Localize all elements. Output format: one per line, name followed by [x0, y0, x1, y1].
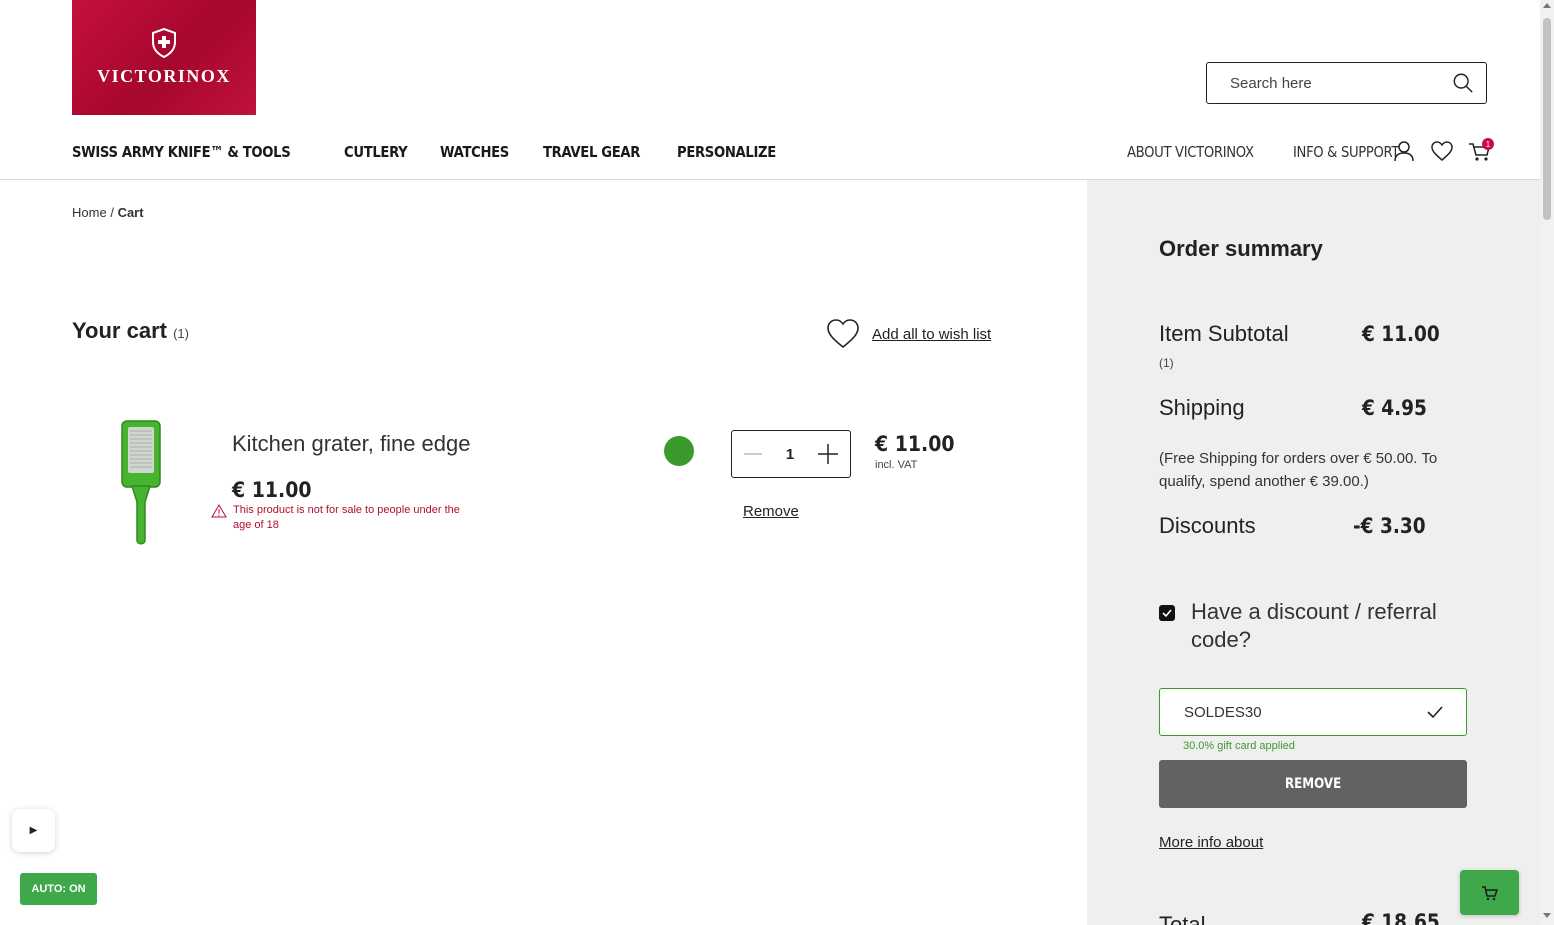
- cart-title: Your cart (1): [72, 318, 189, 344]
- remove-code-label: REMOVE: [1284, 776, 1342, 792]
- quantity-stepper: 1: [731, 430, 851, 478]
- discount-question[interactable]: Have a discount / referral code?: [1191, 598, 1481, 654]
- search-icon[interactable]: [1452, 72, 1474, 94]
- checkmark-icon: [1162, 609, 1172, 618]
- scroll-thumb[interactable]: [1543, 18, 1551, 220]
- discount-code-field: [1159, 688, 1467, 736]
- scroll-down-icon[interactable]: [1543, 913, 1551, 918]
- plus-icon[interactable]: [816, 442, 840, 466]
- discounts-label: Discounts: [1159, 513, 1256, 538]
- nav-label: CUTLERY: [344, 143, 408, 161]
- remove-item-link[interactable]: Remove: [743, 503, 799, 520]
- search-input[interactable]: [1230, 74, 1452, 92]
- scroll-up-icon[interactable]: [1543, 3, 1551, 8]
- wishlist-link[interactable]: Add all to wish list: [872, 326, 991, 343]
- remove-code-button[interactable]: REMOVE: [1159, 760, 1467, 808]
- floating-cart-button[interactable]: [1460, 870, 1519, 915]
- nav-item-watches[interactable]: WATCHES: [440, 143, 518, 162]
- breadcrumb: Home / Cart: [72, 205, 144, 220]
- discount-checkbox[interactable]: [1159, 605, 1175, 621]
- free-shipping-note: (Free Shipping for orders over € 50.00. …: [1159, 450, 1438, 490]
- discount-code-input[interactable]: [1184, 703, 1426, 721]
- color-swatch: [664, 436, 694, 466]
- nav-label: PERSONALIZE: [676, 143, 776, 161]
- shipping-value: € 4.95: [1362, 396, 1427, 420]
- secondary-nav: ABOUT VICTORINOX INFO & SUPPORT: [1127, 143, 1414, 161]
- search-bar: [1206, 62, 1487, 104]
- shield-icon: [152, 28, 176, 58]
- warning-icon: [211, 504, 227, 518]
- nav-label: TRAVEL GEAR: [542, 143, 640, 161]
- subtotal-value: € 11.00: [1362, 322, 1440, 346]
- shipping-label: Shipping: [1159, 395, 1245, 420]
- product-image[interactable]: [108, 418, 170, 548]
- order-summary-title: Order summary: [1159, 236, 1323, 261]
- subtotal-label: Item Subtotal: [1159, 321, 1289, 346]
- page: VICTORINOX SWISS ARMY KNIFE™ & TOOLS CUT…: [0, 0, 1554, 925]
- play-button[interactable]: ▶: [12, 809, 55, 852]
- add-all-to-wishlist[interactable]: Add all to wish list: [826, 318, 991, 350]
- breadcrumb-home[interactable]: Home: [72, 205, 107, 220]
- product-name[interactable]: Kitchen grater, fine edge: [232, 431, 471, 457]
- nav-item-swiss-army-knife[interactable]: SWISS ARMY KNIFE™ & TOOLS: [72, 143, 320, 162]
- total-label: Total: [1159, 912, 1206, 925]
- nav-item-personalize[interactable]: PERSONALIZE: [677, 143, 789, 162]
- main-nav: SWISS ARMY KNIFE™ & TOOLS CUTLERY WATCHE…: [72, 143, 789, 162]
- product-unit-price: € 11.00: [232, 478, 312, 502]
- cart-icon: [1481, 885, 1498, 900]
- page-scrollbar[interactable]: [1540, 0, 1554, 925]
- brand-name: VICTORINOX: [97, 66, 231, 86]
- nav-label: SWISS ARMY KNIFE™ & TOOLS: [72, 143, 291, 161]
- user-icon[interactable]: [1392, 139, 1416, 163]
- cart-title-text: Your cart: [72, 318, 167, 343]
- brand-logo[interactable]: VICTORINOX: [72, 0, 256, 115]
- nav-item-cutlery[interactable]: CUTLERY: [344, 143, 416, 162]
- nav-item-info-support[interactable]: INFO & SUPPORT: [1293, 143, 1399, 161]
- age-warning-text: This product is not for sale to people u…: [233, 504, 460, 531]
- quantity-value[interactable]: 1: [786, 446, 794, 463]
- nav-label: WATCHES: [440, 143, 510, 161]
- age-warning: This product is not for sale to people u…: [211, 503, 481, 533]
- check-icon: [1427, 706, 1443, 719]
- heart-icon: [827, 319, 859, 349]
- order-summary: Order summary Item Subtotal (1) € 11.00 …: [1087, 180, 1540, 925]
- auto-toggle-button[interactable]: AUTO: ON: [20, 873, 97, 905]
- nav-item-about[interactable]: ABOUT VICTORINOX: [1127, 143, 1254, 161]
- play-icon: ▶: [29, 825, 38, 836]
- heart-icon[interactable]: [1430, 139, 1454, 163]
- more-info-link[interactable]: More info about: [1159, 834, 1263, 851]
- total-value: € 18.65: [1362, 910, 1440, 925]
- minus-icon[interactable]: [742, 443, 764, 465]
- nav-item-travel-gear[interactable]: TRAVEL GEAR: [543, 143, 653, 162]
- code-applied-message: 30.0% gift card applied: [1183, 740, 1295, 752]
- subtotal-count: (1): [1159, 356, 1174, 370]
- cart-count: (1): [173, 326, 189, 341]
- breadcrumb-current: Cart: [117, 205, 144, 220]
- cart-count-badge: 1: [1482, 138, 1494, 150]
- cart-button[interactable]: 1: [1468, 138, 1494, 163]
- discounts-value: -€ 3.30: [1353, 514, 1426, 538]
- breadcrumb-separator: /: [110, 205, 114, 220]
- header-icons: 1: [1392, 138, 1494, 163]
- vat-note: incl. VAT: [875, 459, 918, 471]
- line-total-price: € 11.00: [875, 432, 955, 456]
